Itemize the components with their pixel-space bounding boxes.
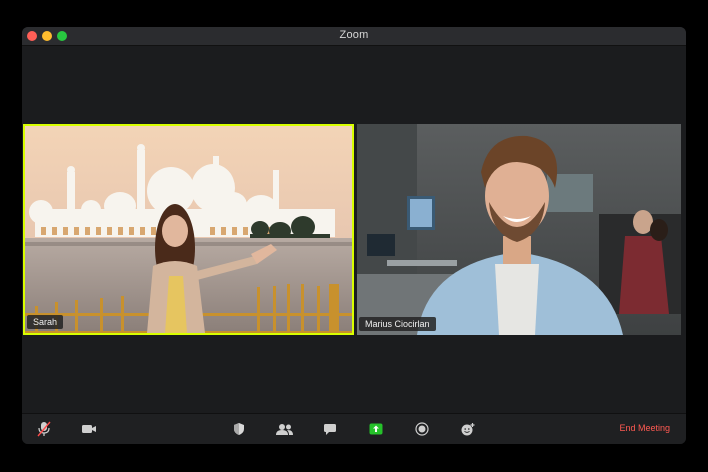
shield-icon[interactable] [230, 420, 248, 438]
participant-name-tag: Marius Ciocirlan [359, 317, 436, 331]
video-camera-icon[interactable] [80, 420, 98, 438]
chat-icon[interactable] [321, 420, 339, 438]
participant-name-tag: Sarah [27, 315, 64, 329]
end-meeting-button[interactable]: End Meeting [619, 423, 670, 433]
title-bar: Zoom [22, 27, 686, 46]
record-icon[interactable] [413, 420, 431, 438]
participant-video-sarah[interactable]: Sarah [23, 124, 354, 335]
participants-icon[interactable] [276, 420, 294, 438]
window-title: Zoom [339, 29, 369, 41]
meeting-toolbar: End Meeting [22, 413, 686, 444]
reactions-icon[interactable] [459, 420, 477, 438]
participant-video-marius[interactable]: Marius Ciocirlan [357, 124, 681, 335]
marius-video-image [357, 124, 681, 335]
share-screen-icon[interactable] [367, 420, 385, 438]
zoom-window: Zoom Sarah Marius Ciocirlan End Meeting [22, 27, 686, 444]
sarah-video-image [25, 126, 352, 333]
microphone-muted-icon[interactable] [35, 420, 53, 438]
